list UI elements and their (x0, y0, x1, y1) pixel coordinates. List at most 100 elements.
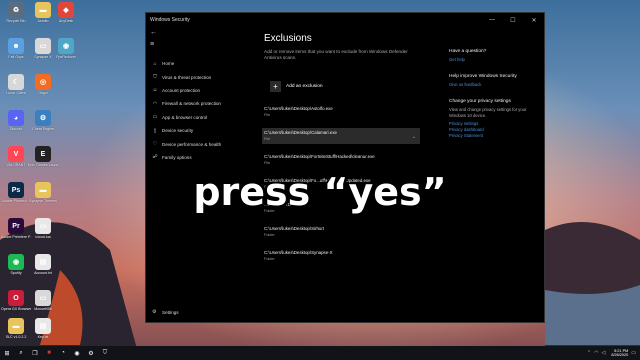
premiere-icon: Pr (8, 218, 24, 234)
exclusion-item[interactable]: C:\Users\lukes\Desktop\Sirhurt Folder (262, 224, 420, 240)
shield-icon: ⛉ (153, 74, 157, 81)
chevron-up-icon[interactable]: ⌃ (587, 350, 591, 356)
sidebar-nav: ⌂ Home ⛉ Virus & threat protection ☺ Account … (146, 57, 256, 164)
minimize-button[interactable]: — (482, 13, 502, 27)
privacy-statement-link[interactable]: Privacy Statement (449, 133, 543, 138)
desktop-shortcut[interactable]: ◎ Origin (30, 74, 56, 95)
desktop-shortcut[interactable]: ▭ MouseKillit (30, 290, 56, 311)
feedback-link[interactable]: Give us feedback (449, 82, 543, 87)
sidebar-item-home[interactable]: ⌂ Home (146, 57, 256, 70)
desktop-shortcut[interactable]: ☾ Lunar Client (3, 74, 29, 95)
desktop-shortcut[interactable]: O Opera GX Browser (1, 290, 31, 311)
cheat-engine-icon: ⚙ (35, 110, 51, 126)
desktop-shortcut[interactable]: EEpic Games Launcher (28, 146, 58, 167)
desktop-shortcut[interactable]: ☻ Fall Guys (3, 38, 29, 59)
exclusion-type: File (264, 113, 271, 117)
exclusion-item[interactable]: C:\Users\lukes\Desktop\Calamari.exe File ⌄ (262, 128, 420, 144)
desktop-shortcut-label: Cheat Engine (32, 127, 54, 131)
fps-reducer-icon: ◉ (58, 38, 74, 54)
exclusion-item[interactable]: C:\Users\lukes\Desktop\FortniteStuff\Hac… (262, 152, 420, 168)
plus-icon: + (270, 81, 281, 92)
desktop-shortcut[interactable]: ▬ SLC v1.0.2.2 (3, 318, 29, 339)
shield-icon[interactable]: ⛉ (98, 346, 112, 360)
sidebar-item-settings[interactable]: ⚙ Settings (152, 309, 179, 315)
desktop-shortcut[interactable]: Ps Adobe Photosh... (2, 182, 30, 203)
sidebar-item-label: Home (162, 61, 175, 67)
chevron-down-icon[interactable]: ⌄ (412, 134, 416, 140)
task-view-icon[interactable]: ❐ (28, 346, 42, 360)
desktop-shortcut-label: MouseKillit (34, 307, 52, 311)
desktop-shortcut[interactable]: ◕ Discord (3, 110, 29, 131)
exclusion-item[interactable]: C:\Users\lukes\Desktop\Astolfo.exe File (262, 104, 420, 120)
sidebar-item-family-options[interactable]: ☍ Family options (146, 151, 256, 164)
sidebar-item-app-browser-control[interactable]: ▭ App & browser control (146, 111, 256, 124)
desktop-shortcut-label: Adobe Premiere P... (1, 235, 31, 239)
app-red-icon[interactable]: ■ (42, 346, 56, 360)
sidebar-item-virus-threat-protection[interactable]: ⛉ Virus & threat protection (146, 70, 256, 83)
improve-heading: Help improve Windows Security (449, 74, 517, 79)
privacy-settings-link[interactable]: Privacy settings (449, 121, 543, 126)
sidebar-item-label: Device performance & health (162, 141, 222, 147)
device-security-icon: ▯ (153, 127, 157, 134)
back-arrow-icon[interactable]: ← (150, 29, 157, 36)
exclusion-type: Folder (264, 257, 275, 261)
mouse-icon: ▭ (35, 290, 51, 306)
desktop-shortcut[interactable]: ◉ Spotify (3, 254, 29, 275)
lunar-client-icon: ☾ (8, 74, 24, 90)
main-content: Exclusions Add or remove items that you … (264, 33, 434, 62)
desktop-shortcut[interactable]: Pr Adobe Premiere P... (1, 218, 31, 239)
sidebar-item-label: App & browser control (162, 114, 208, 120)
sidebar-item-label: Device security (162, 128, 194, 134)
system-tray: ⌃ ◠ ◁ 5:21 PM 8/26/2020 ▭ (584, 346, 636, 360)
sidebar-item-firewall-network-protection[interactable]: ◠ Firewall & network protection (146, 97, 256, 110)
taskbar: ⊞ ⌕ ❐ ■ ◔ ◉ ⚙ ⛉ ⌃ ◠ ◁ 5:21 PM 8/26/2020 ▭ (0, 346, 640, 360)
privacy-dashboard-link[interactable]: Privacy dashboard (449, 127, 543, 132)
folder-icon: ▬ (8, 318, 24, 334)
photoshop-icon: Ps (8, 182, 24, 198)
steam-icon[interactable]: ◔ (56, 346, 70, 360)
obs-icon[interactable]: ◉ (70, 346, 84, 360)
sidebar-item-label: Family options (162, 154, 192, 160)
desktop-shortcut[interactable]: ▤ Key.txt (30, 318, 56, 339)
desktop-shortcut[interactable]: ♻ Recycle Bin (3, 2, 29, 23)
desktop-shortcut[interactable]: ⚙ Cheat Engine (30, 110, 56, 131)
desktop-shortcut[interactable]: ◆ AnyDesk (53, 2, 79, 23)
epic-games-icon: E (35, 146, 51, 162)
gear-icon[interactable]: ⚙ (84, 346, 98, 360)
exclusion-type: File (264, 161, 271, 165)
desktop-shortcut-label: Opera GX Browser (1, 307, 31, 311)
anydesk-icon: ◆ (58, 2, 74, 18)
desktop-shortcut[interactable]: ▤ Account.txt (30, 254, 56, 275)
sidebar-item-account-protection[interactable]: ☺ Account protection (146, 84, 256, 97)
get-help-link[interactable]: Get help (449, 57, 543, 62)
desktop-shortcut[interactable]: ▭ icloud.lua (30, 218, 56, 239)
desktop-shortcut[interactable]: V VALORANT (3, 146, 29, 167)
notifications-icon[interactable]: ▭ (631, 350, 636, 356)
start-button[interactable]: ⊞ (0, 346, 14, 360)
clock[interactable]: 5:21 PM 8/26/2020 (611, 349, 628, 358)
desktop-shortcut-label: Origin (38, 91, 48, 95)
window-title: Windows Security (150, 17, 190, 23)
hamburger-menu-icon[interactable]: ≡ (150, 41, 154, 48)
title-bar[interactable]: Windows Security — ☐ ✕ (146, 13, 544, 27)
exclusion-item[interactable]: C:\Users\lukes\Desktop\Synapse-X Folder (262, 248, 420, 264)
desktop-shortcut[interactable]: ◉ FpsReducer (53, 38, 79, 59)
volume-icon[interactable]: ◁ (602, 350, 606, 356)
network-icon[interactable]: ◠ (594, 350, 598, 356)
sidebar-item-device-performance-health[interactable]: ♡ Device performance & health (146, 137, 256, 150)
sidebar-item-label: Virus & threat protection (162, 74, 212, 80)
home-icon: ⌂ (153, 60, 157, 67)
add-exclusion-label: Add an exclusion (286, 84, 323, 89)
folder-icon: ▬ (35, 182, 51, 198)
taskbar-apps: ⌕ ❐ ■ ◔ ◉ ⚙ ⛉ (14, 346, 112, 360)
close-button[interactable]: ✕ (524, 13, 544, 27)
add-exclusion-button[interactable]: + Add an exclusion (270, 81, 323, 92)
desktop-shortcut-label: Spotify (10, 271, 22, 275)
search-icon[interactable]: ⌕ (14, 346, 28, 360)
maximize-button[interactable]: ☐ (503, 13, 523, 27)
clock-date: 8/26/2020 (611, 353, 629, 357)
desktop-shortcut[interactable]: ▬ Synapse Themes (29, 182, 57, 203)
gear-icon: ⚙ (152, 309, 157, 315)
exclusion-path: C:\Users\lukes\Desktop\FortniteStuff\Hac… (264, 154, 375, 159)
sidebar-item-device-security[interactable]: ▯ Device security (146, 124, 256, 137)
